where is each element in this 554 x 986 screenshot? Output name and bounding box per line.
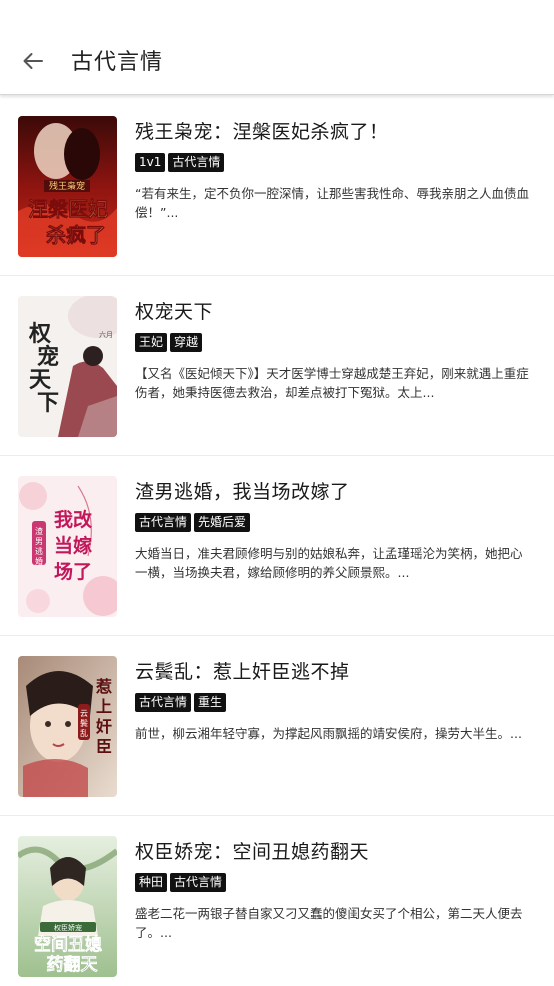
- book-description: “若有来生，定不负你一腔深情，让那些害我性命、辱我亲朋之人血债血偿！”...: [135, 186, 529, 220]
- book-tags: 古代言情 先婚后爱: [135, 513, 251, 532]
- book-description: 【又名《医妃倾天下》】天才医学博士穿越成楚王弃妃，刚来就遇上重症伤者，她秉持医德…: [135, 366, 529, 400]
- cover-main-text: 空间丑媳: [34, 934, 102, 955]
- book-tags: 种田 古代言情: [135, 873, 227, 892]
- page-title: 古代言情: [71, 50, 164, 75]
- svg-text:当嫁: 当嫁: [54, 534, 92, 557]
- book-list-item[interactable]: 权 宠 天 下 六月 权宠天下 王妃 穿越 【又名《医妃倾天下》】天才医学博士穿…: [0, 276, 554, 456]
- book-tags: 古代言情 重生: [135, 693, 227, 712]
- svg-text:奸: 奸: [95, 717, 112, 736]
- svg-text:惹: 惹: [95, 677, 112, 696]
- svg-text:乱: 乱: [80, 728, 88, 738]
- cover-sub-text: 药翻天: [47, 954, 99, 975]
- book-list-item[interactable]: 惹 上 奸 臣 云 鬓 乱 云鬓乱：惹上奸臣逃不掉 古代言情 重生 前世，柳云湘…: [0, 636, 554, 816]
- svg-text:鬓: 鬓: [80, 718, 88, 728]
- svg-text:逃: 逃: [35, 546, 43, 556]
- svg-text:云: 云: [80, 709, 88, 718]
- svg-text:下: 下: [37, 390, 59, 416]
- cover-top-text: 权臣娇宠: [54, 923, 82, 932]
- app-header: 古代言情: [0, 0, 554, 95]
- book-tag[interactable]: 王妃: [135, 333, 168, 352]
- cover-author-text: 六月: [99, 330, 113, 339]
- arrow-left-icon: [23, 53, 43, 69]
- book-tags: 1v1 古代言情: [135, 153, 225, 172]
- book-list-item[interactable]: 残王枭宠 涅槃医妃 杀疯了 残王枭宠：涅槃医妃杀疯了！ 1v1 古代言情 “若有…: [0, 96, 554, 276]
- svg-text:渣: 渣: [35, 526, 43, 536]
- book-description: 盛老二花一两银子替自家又刁又蠢的傻闺女买了个相公，第二天人便去了。...: [135, 906, 523, 940]
- cover-top-text: 残王枭宠: [49, 180, 85, 192]
- back-button[interactable]: [16, 46, 50, 76]
- book-tag[interactable]: 古代言情: [170, 873, 227, 892]
- book-title[interactable]: 权臣娇宠：空间丑媳药翻天: [135, 837, 369, 864]
- book-tag[interactable]: 古代言情: [168, 153, 225, 172]
- book-title[interactable]: 残王枭宠：涅槃医妃杀疯了！: [135, 117, 389, 144]
- cover-main-text: 涅槃医妃: [28, 197, 108, 221]
- svg-text:场了: 场了: [54, 561, 92, 583]
- svg-text:婚: 婚: [35, 556, 43, 566]
- svg-text:我改: 我改: [54, 508, 93, 531]
- book-tags: 王妃 穿越: [135, 333, 203, 352]
- book-title[interactable]: 权宠天下: [135, 297, 213, 324]
- svg-text:男: 男: [35, 537, 43, 546]
- cover-sub-text: 杀疯了: [46, 223, 106, 247]
- svg-text:臣: 臣: [96, 737, 112, 756]
- book-tag[interactable]: 1v1: [135, 153, 166, 172]
- book-tag[interactable]: 穿越: [170, 333, 203, 352]
- book-description: 前世，柳云湘年轻守寡，为撑起风雨飘摇的靖安侯府，操劳大半生。...: [135, 726, 522, 741]
- book-cover[interactable]: 权臣娇宠 空间丑媳 药翻天: [18, 836, 117, 977]
- book-cover[interactable]: 我改 当嫁 场了 渣 男 逃 婚: [18, 476, 117, 617]
- book-cover[interactable]: 残王枭宠 涅槃医妃 杀疯了: [18, 116, 117, 257]
- book-list: 残王枭宠 涅槃医妃 杀疯了 残王枭宠：涅槃医妃杀疯了！ 1v1 古代言情 “若有…: [0, 96, 554, 986]
- book-description: 大婚当日，准夫君顾修明与别的姑娘私奔，让孟瑾瑶沦为笑柄，她把心一横，当场换夫君，…: [135, 546, 523, 580]
- book-tag[interactable]: 古代言情: [135, 693, 192, 712]
- book-title[interactable]: 云鬓乱：惹上奸臣逃不掉: [135, 657, 350, 684]
- book-title[interactable]: 渣男逃婚，我当场改嫁了: [135, 477, 350, 504]
- book-tag[interactable]: 先婚后爱: [194, 513, 251, 532]
- book-tag[interactable]: 古代言情: [135, 513, 192, 532]
- book-cover[interactable]: 惹 上 奸 臣 云 鬓 乱: [18, 656, 117, 797]
- book-cover[interactable]: 权 宠 天 下 六月: [18, 296, 117, 437]
- book-list-item[interactable]: 我改 当嫁 场了 渣 男 逃 婚 渣男逃婚，我当场改嫁了 古代言情 先婚后爱 大…: [0, 456, 554, 636]
- svg-text:上: 上: [96, 697, 112, 716]
- book-list-item[interactable]: 权臣娇宠 空间丑媳 药翻天 权臣娇宠：空间丑媳药翻天 种田 古代言情 盛老二花一…: [0, 816, 554, 986]
- book-tag[interactable]: 重生: [194, 693, 227, 712]
- book-tag[interactable]: 种田: [135, 873, 168, 892]
